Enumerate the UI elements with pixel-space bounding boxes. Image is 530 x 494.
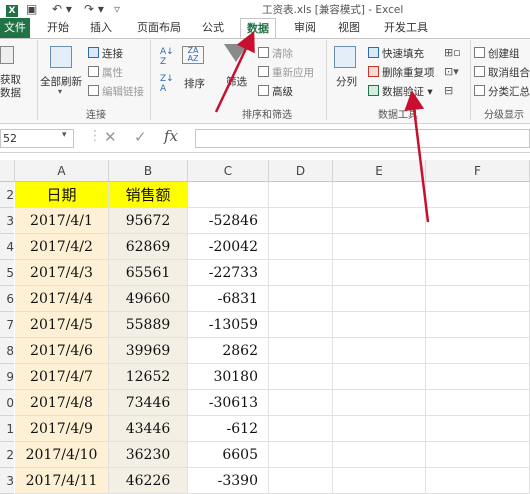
- cell[interactable]: [426, 442, 530, 468]
- cell-diff[interactable]: -3390: [188, 468, 269, 494]
- row-header[interactable]: 2: [0, 442, 14, 468]
- cell-date[interactable]: 2017/4/10: [15, 442, 109, 468]
- cell-date[interactable]: 2017/4/11: [15, 468, 109, 494]
- cell[interactable]: [269, 468, 333, 494]
- cell[interactable]: [333, 442, 426, 468]
- arrow-to-data-validation: [404, 90, 430, 223]
- cell[interactable]: [426, 468, 530, 494]
- cell-diff[interactable]: 6605: [188, 442, 269, 468]
- cell-sales[interactable]: 46226: [109, 468, 188, 494]
- annotation-arrows: [214, 30, 430, 223]
- arrow-to-data-tab: [214, 30, 255, 113]
- cell-sales[interactable]: 36230: [109, 442, 188, 468]
- cell[interactable]: [269, 442, 333, 468]
- row-header[interactable]: 3: [0, 468, 14, 494]
- cell[interactable]: [333, 468, 426, 494]
